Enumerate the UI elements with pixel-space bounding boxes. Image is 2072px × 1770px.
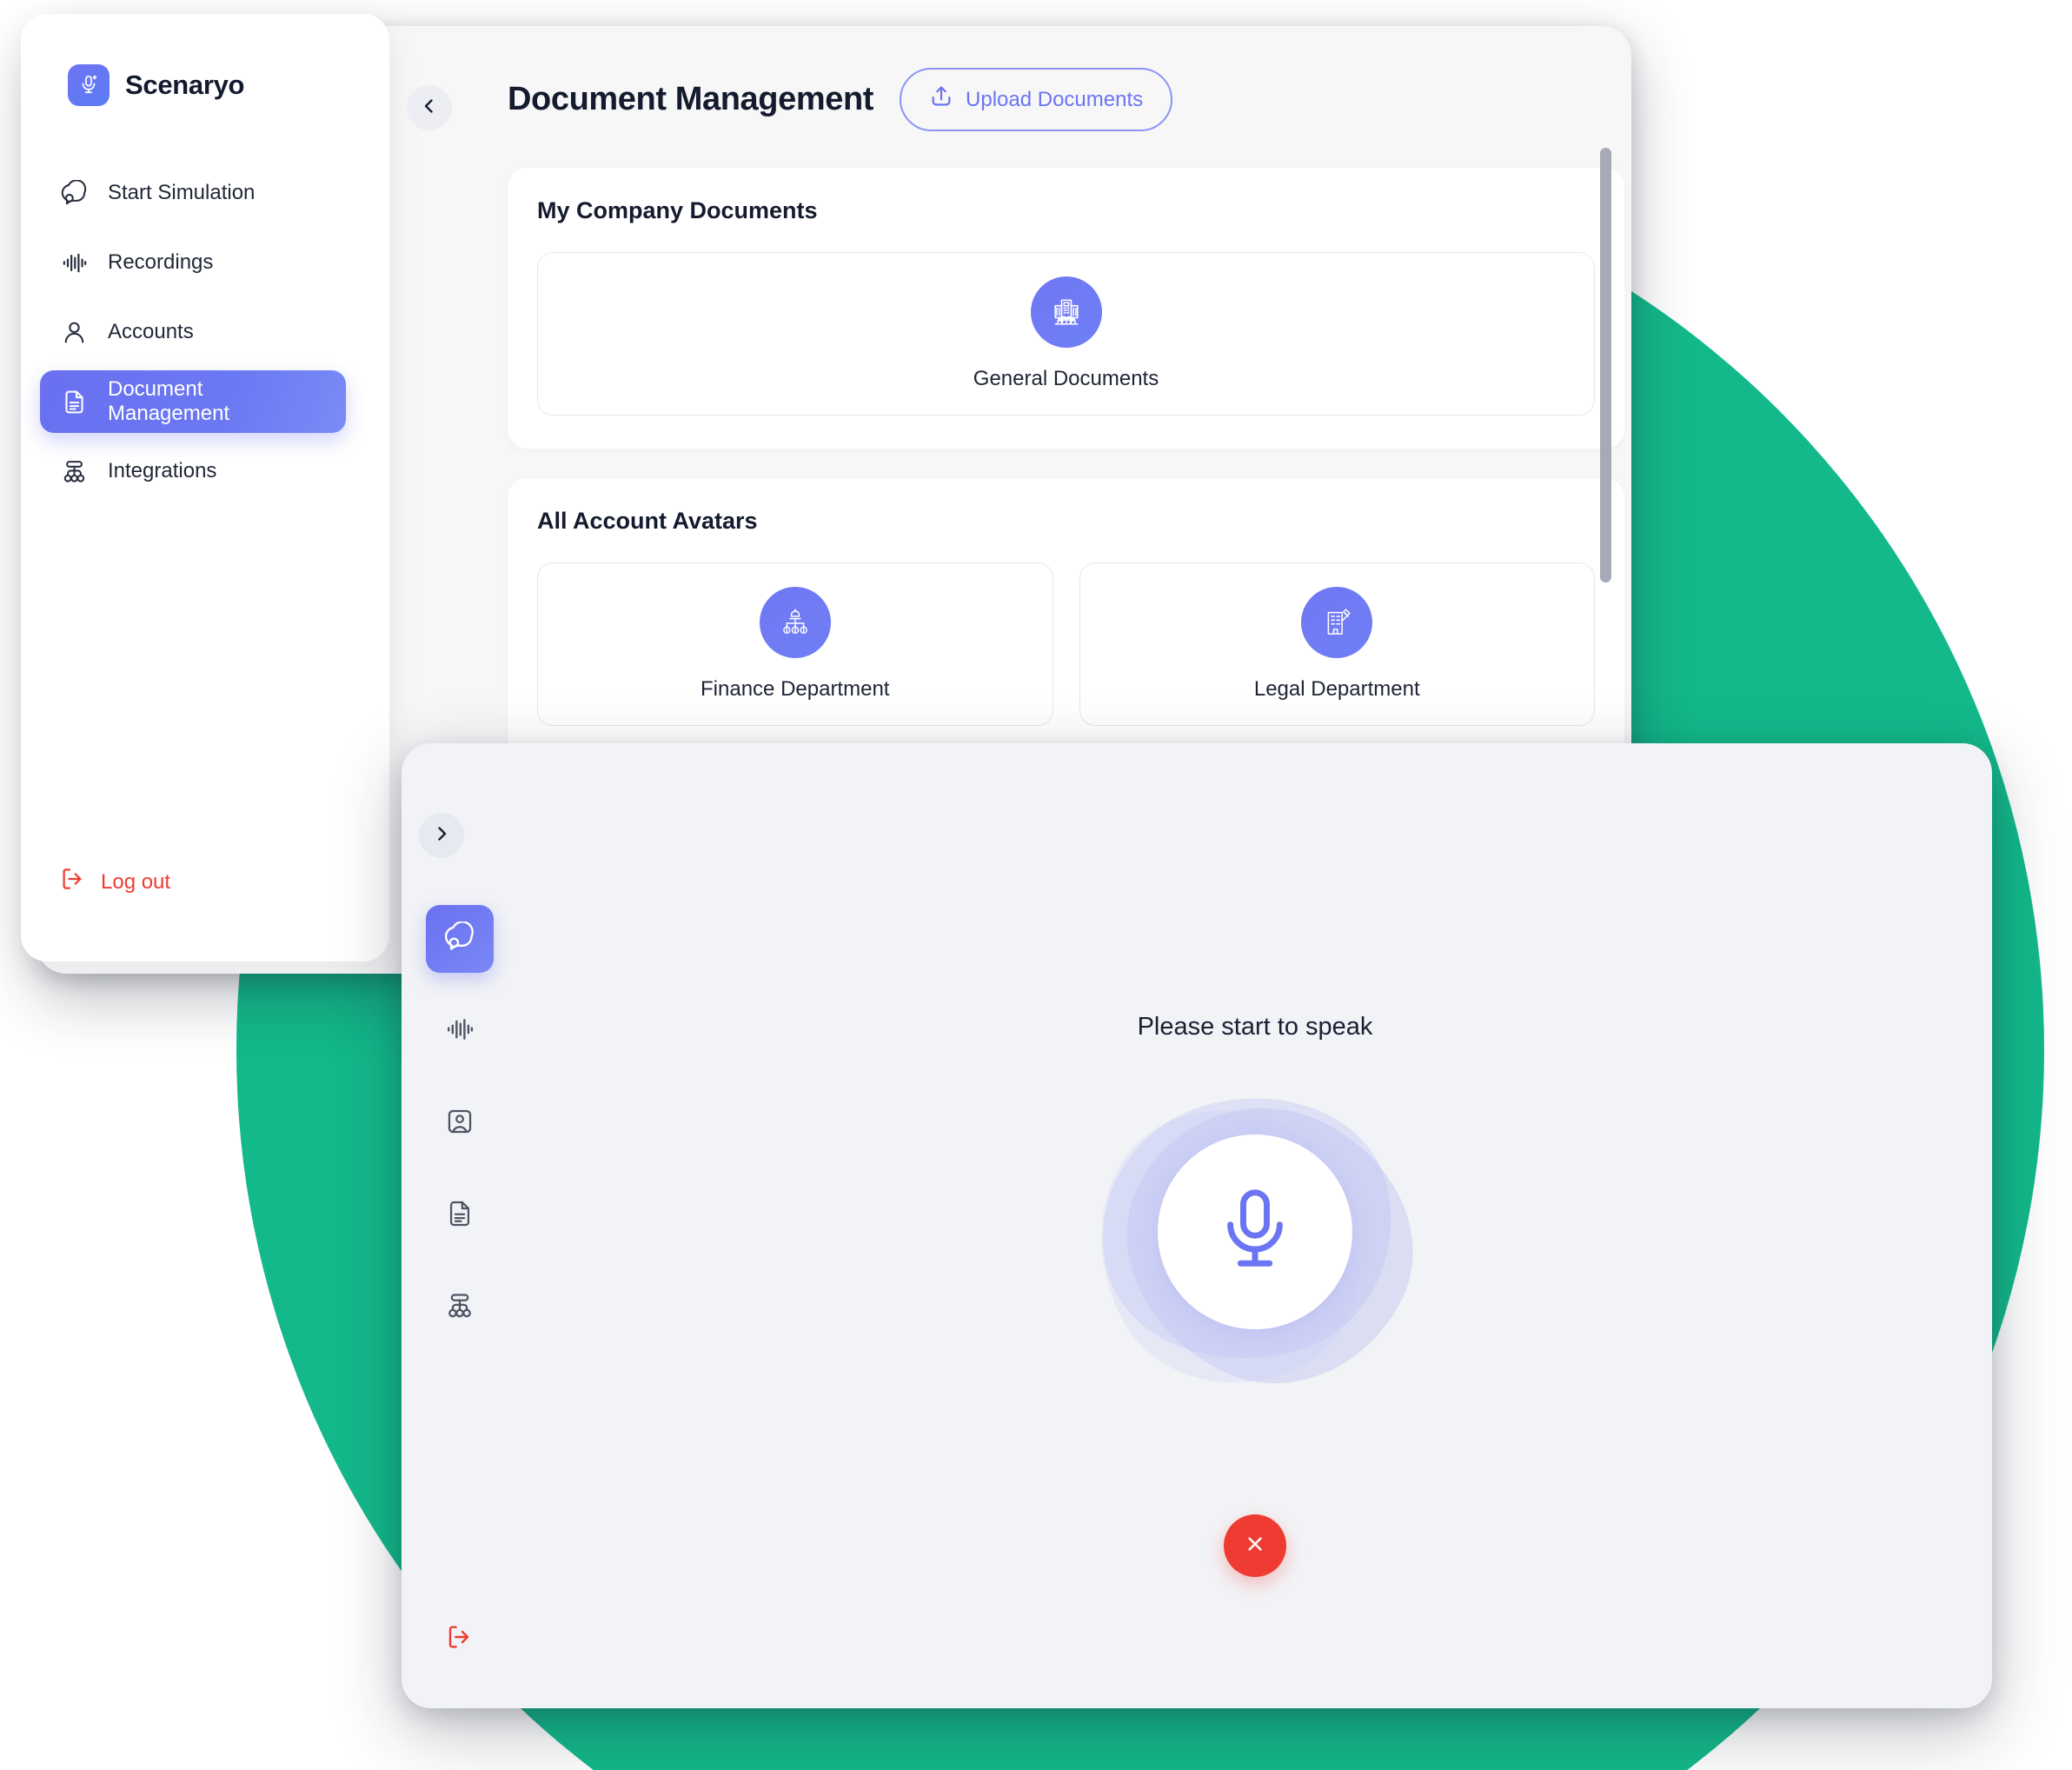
- section-title: All Account Avatars: [537, 508, 758, 534]
- scrollbar-thumb[interactable]: [1600, 148, 1611, 582]
- waveform-icon: [445, 1015, 475, 1048]
- end-simulation-button[interactable]: [1224, 1514, 1286, 1577]
- chat-bubbles-icon: [444, 920, 475, 957]
- user-icon: [59, 317, 89, 347]
- sidebar-item-label: Accounts: [108, 320, 194, 343]
- sidebar-item-document-management[interactable]: Document Management: [40, 370, 346, 433]
- section-title: My Company Documents: [537, 197, 818, 223]
- voice-status-text: Please start to speak: [1137, 1013, 1373, 1041]
- microphone-icon: [1208, 1183, 1302, 1281]
- tile-finance-department[interactable]: Finance Department: [537, 562, 1053, 726]
- upload-icon: [929, 84, 953, 115]
- sitemap-icon: [59, 456, 89, 486]
- voice-simulation-panel: Please start to speak: [402, 743, 1992, 1708]
- sidebar-collapse-button[interactable]: [407, 85, 452, 130]
- microphone-sparkle-icon: [68, 64, 110, 106]
- sidebar-item-accounts[interactable]: Accounts: [40, 301, 370, 363]
- page-header: Document Management Upload Documents: [508, 68, 1597, 131]
- microphone-visualizer: [1053, 1061, 1457, 1428]
- sitemap-icon: [445, 1291, 475, 1325]
- overlay-rail-item-recordings[interactable]: [426, 997, 494, 1065]
- document-icon: [59, 387, 89, 416]
- tile-legal-department[interactable]: Legal Department: [1079, 562, 1595, 726]
- overlay-rail-item-integrations[interactable]: [426, 1274, 494, 1341]
- chevron-right-icon: [431, 823, 452, 848]
- chat-bubbles-icon: [59, 178, 89, 208]
- office-building-icon: [1030, 276, 1102, 348]
- screenshot-root: Document Management Upload Documents My …: [0, 0, 2072, 1770]
- tile-row: Finance Department Legal Department: [537, 562, 1595, 726]
- section-my-company-documents: My Company Documents General Documents: [508, 168, 1624, 449]
- tile-general-documents[interactable]: General Documents: [537, 252, 1595, 416]
- sidebar-item-label: Start Simulation: [108, 181, 256, 204]
- sidebar-item-integrations[interactable]: Integrations: [40, 440, 370, 502]
- waveform-icon: [59, 248, 89, 277]
- sidebar-nav: Start Simulation Recordings Accounts Doc…: [21, 162, 389, 502]
- overlay-expand-button[interactable]: [419, 813, 464, 858]
- building-gavel-icon: [1301, 587, 1373, 658]
- overlay-rail-item-document-management[interactable]: [426, 1181, 494, 1249]
- contact-card-icon: [445, 1107, 475, 1141]
- page-title: Document Management: [508, 81, 874, 117]
- brand: Scenaryo: [21, 64, 389, 106]
- document-icon: [445, 1199, 475, 1233]
- org-chart-money-icon: [759, 587, 831, 658]
- microphone-button[interactable]: [1158, 1135, 1352, 1329]
- overlay-rail-item-start-simulation[interactable]: [426, 905, 494, 973]
- overlay-icon-rail: [402, 743, 518, 1708]
- overlay-logout-button[interactable]: [445, 1623, 473, 1655]
- sidebar-item-label: Recordings: [108, 250, 214, 274]
- voice-panel-body: Please start to speak: [518, 743, 1992, 1708]
- close-icon: [1243, 1532, 1267, 1560]
- upload-button-label: Upload Documents: [966, 87, 1144, 111]
- section-all-account-avatars: All Account Avatars Finance Department L…: [508, 478, 1624, 759]
- brand-name: Scenaryo: [125, 70, 245, 100]
- logout-button[interactable]: Log out: [59, 866, 170, 898]
- sidebar: Scenaryo Start Simulation Recordings Acc…: [21, 14, 389, 962]
- tile-label: General Documents: [973, 367, 1159, 390]
- sidebar-item-start-simulation[interactable]: Start Simulation: [40, 162, 370, 224]
- tile-label: Legal Department: [1253, 677, 1420, 701]
- upload-documents-button[interactable]: Upload Documents: [900, 68, 1173, 131]
- tile-row: General Documents: [537, 252, 1595, 416]
- logout-icon: [445, 1626, 473, 1654]
- overlay-rail-item-accounts[interactable]: [426, 1089, 494, 1157]
- sidebar-item-label: Document Management: [108, 377, 230, 425]
- logout-icon: [59, 866, 85, 898]
- sidebar-item-recordings[interactable]: Recordings: [40, 231, 370, 294]
- tile-label: Finance Department: [701, 677, 890, 701]
- sidebar-item-label: Integrations: [108, 459, 217, 482]
- chevron-left-icon: [419, 96, 440, 121]
- logout-label: Log out: [101, 869, 171, 894]
- overlay-rail-items: [426, 905, 494, 1341]
